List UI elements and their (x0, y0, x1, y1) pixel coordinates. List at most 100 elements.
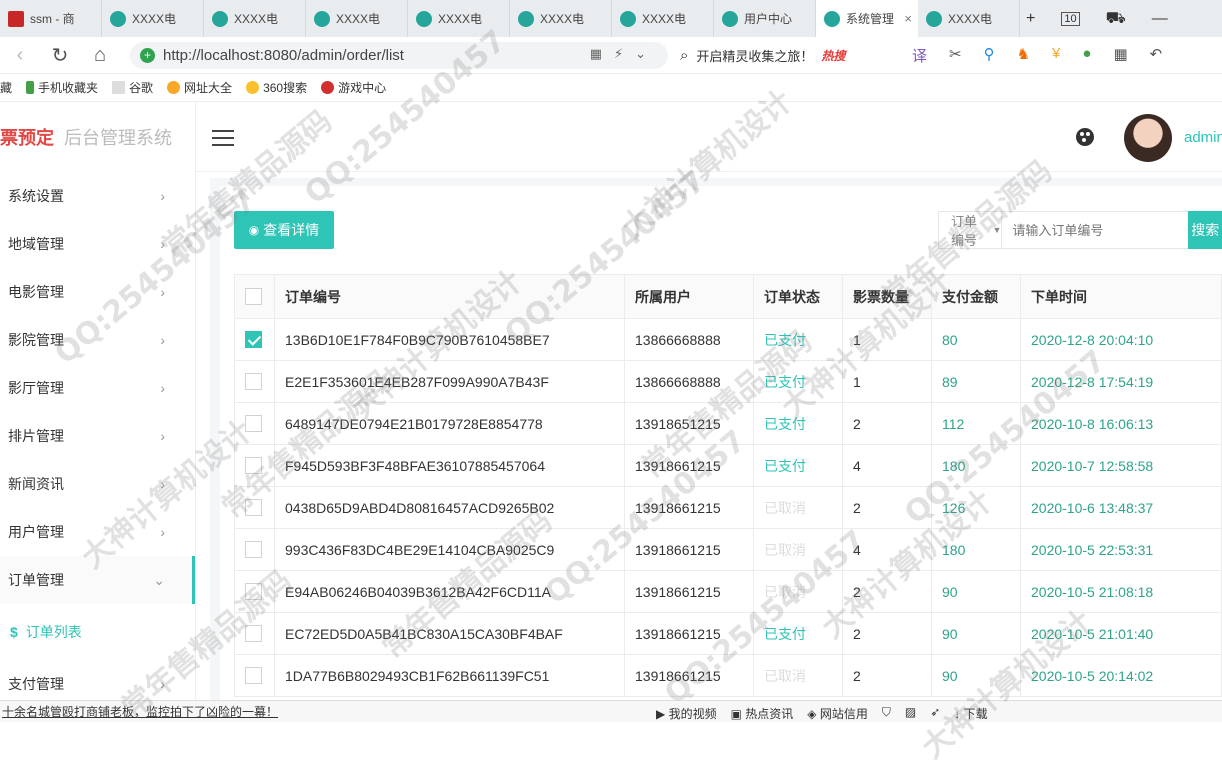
status-download[interactable]: ↓ 下载 (954, 705, 987, 722)
col-user[interactable]: 所属用户 (624, 274, 754, 319)
row-checkbox[interactable] (245, 625, 262, 643)
sidebar-item[interactable]: 排片管理 › (0, 412, 195, 460)
green-circle-icon[interactable]: ● (1082, 45, 1091, 66)
shield-icon[interactable]: ⛉ (882, 705, 891, 722)
row-checkbox[interactable] (245, 583, 262, 601)
back-icon[interactable]: ‹ (0, 44, 40, 67)
browser-tab[interactable]: XXXX电 (204, 0, 306, 37)
game-icon[interactable]: ♞ (1017, 45, 1030, 66)
bookmark-mobile[interactable]: 手机收藏夹 (26, 79, 98, 96)
undo-icon[interactable]: ↶ (1150, 45, 1163, 66)
sidebar-item[interactable]: 新闻资讯 › (0, 460, 195, 508)
table-row[interactable]: 6489147DE0794E21B0179728E8854778 13918651… (234, 402, 1222, 445)
grid-icon[interactable]: ▦ (1113, 45, 1127, 66)
avatar[interactable] (1124, 114, 1172, 162)
row-select-cell[interactable] (234, 444, 275, 487)
row-select-cell[interactable] (234, 402, 275, 445)
home-icon[interactable]: ⌂ (80, 44, 120, 67)
table-row[interactable]: 993C436F83DC4BE29E14104CBA9025C9 13918661… (234, 528, 1222, 571)
url-bar[interactable]: + http://localhost:8080/admin/order/list… (130, 42, 668, 69)
browser-tab[interactable]: 用户中心 (714, 0, 816, 37)
sidebar-item[interactable]: 订单管理 ⌄ (0, 556, 195, 604)
row-checkbox[interactable] (245, 541, 262, 559)
row-checkbox[interactable] (245, 415, 262, 433)
browser-tab[interactable]: 系统管理 × (816, 0, 918, 37)
bookmark-google[interactable]: 谷歌 (112, 79, 153, 96)
search-button[interactable]: 搜索 (1188, 211, 1222, 249)
row-select-cell[interactable] (234, 360, 275, 403)
bookmark-hao[interactable]: 网址大全 (167, 79, 232, 96)
browser-tab[interactable]: ssm - 商 (0, 0, 102, 37)
table-row[interactable]: E94AB06246B04039B3612BA42F6CD11A 13918661… (234, 570, 1222, 613)
sidebar-item[interactable]: 用户管理 › (0, 508, 195, 556)
row-select-cell[interactable] (234, 654, 275, 697)
sidebar-item[interactable]: 影厅管理 › (0, 364, 195, 412)
row-select-cell[interactable] (234, 486, 275, 529)
palette-icon[interactable] (1076, 128, 1094, 146)
sidebar-item[interactable]: 影院管理 › (0, 316, 195, 364)
magnifier-icon[interactable]: ⚲ (984, 45, 995, 66)
browser-tab[interactable]: XXXX电 (918, 0, 1020, 37)
translate-icon[interactable]: 译 (912, 45, 927, 66)
bookmark-360[interactable]: 360搜索 (246, 79, 307, 96)
bookmark-prefix[interactable]: 藏 (0, 79, 12, 96)
url-text[interactable]: http://localhost:8080/admin/order/list (163, 47, 404, 64)
browser-tab[interactable]: XXXX电 (408, 0, 510, 37)
browser-search[interactable]: ⌕ 开启精灵收集之旅！ 热搜 (680, 42, 892, 69)
order-search-input[interactable] (1002, 212, 1189, 248)
browser-tab[interactable]: XXXX电 (510, 0, 612, 37)
select-all-checkbox[interactable] (245, 288, 262, 306)
amount-cell: 89 (931, 360, 1021, 403)
col-order-no[interactable]: 订单编号 (274, 274, 625, 319)
row-checkbox[interactable] (245, 331, 262, 349)
browser-tab[interactable]: XXXX电 (102, 0, 204, 37)
minimize-icon[interactable]: — (1152, 10, 1168, 28)
username[interactable]: admin (1184, 129, 1222, 146)
close-tab-icon[interactable]: × (904, 11, 912, 26)
bookmark-games[interactable]: 游戏中心 (321, 79, 386, 96)
news-ticker[interactable]: 十余名城管殴打商铺老板，监控拍下了凶险的一幕！ (0, 703, 278, 720)
new-tab-icon[interactable]: + (1026, 10, 1035, 28)
col-time[interactable]: 下单时间 (1020, 274, 1222, 319)
sidebar-subitem-order-list[interactable]: $ 订单列表 (0, 604, 195, 660)
col-qty[interactable]: 影票数量 (842, 274, 932, 319)
status-credit[interactable]: ◈ 网站信用 (807, 705, 868, 722)
coin-icon[interactable]: ¥ (1052, 45, 1060, 66)
row-checkbox[interactable] (245, 499, 262, 517)
filter-select[interactable]: 订单编号 ▼ (939, 212, 1003, 248)
row-select-cell[interactable] (234, 318, 275, 361)
url-bar-tools[interactable]: ▦⚡⌄ (590, 46, 658, 62)
image-icon[interactable]: ▨ (905, 705, 916, 722)
table-row[interactable]: 1DA77B6B8029493CB1F62B661139FC51 13918661… (234, 654, 1222, 697)
row-select-cell[interactable] (234, 570, 275, 613)
menu-toggle-icon[interactable] (212, 130, 234, 151)
table-row[interactable]: EC72ED5D0A5B41BC830A15CA30BF4BAF 13918661… (234, 612, 1222, 655)
table-row[interactable]: F945D593BF3F48BFAE36107885457064 13918661… (234, 444, 1222, 487)
search-suggestion[interactable]: 开启精灵收集之旅！ (696, 46, 813, 65)
browser-tab[interactable]: XXXX电 (306, 0, 408, 37)
rocket-icon[interactable]: ➶ (930, 705, 940, 722)
sidebar-item[interactable]: 系统设置 › (0, 172, 195, 220)
col-status[interactable]: 订单状态 (753, 274, 843, 319)
table-row[interactable]: 0438D65D9ABD4D80816457ACD9265B02 13918661… (234, 486, 1222, 529)
row-checkbox[interactable] (245, 373, 262, 391)
row-checkbox[interactable] (245, 667, 262, 685)
col-amount[interactable]: 支付金额 (931, 274, 1021, 319)
sidebar-item[interactable]: 电影管理 › (0, 268, 195, 316)
tab-count-badge[interactable]: 10 (1061, 11, 1080, 26)
select-all-cell[interactable] (234, 274, 275, 319)
shirt-icon[interactable]: ⛟ (1106, 9, 1126, 29)
row-checkbox[interactable] (245, 457, 262, 475)
table-row[interactable]: 13B6D10E1F784F0B9C790B7610458BE7 13866668… (234, 318, 1222, 361)
view-detail-button[interactable]: ◉ 查看详情 (234, 211, 334, 249)
row-select-cell[interactable] (234, 528, 275, 571)
status-news[interactable]: ▣ 热点资讯 (731, 705, 794, 722)
table-row[interactable]: E2E1F353601E4EB287F099A990A7B43F 13866668… (234, 360, 1222, 403)
browser-tab[interactable]: XXXX电 (612, 0, 714, 37)
hot-search-badge[interactable]: 热搜 (821, 47, 845, 64)
row-select-cell[interactable] (234, 612, 275, 655)
status-video[interactable]: ▶ 我的视频 (656, 705, 717, 722)
scissors-icon[interactable]: ✂ (949, 45, 962, 66)
reload-icon[interactable]: ↻ (40, 43, 80, 68)
sidebar-item[interactable]: 地域管理 › (0, 220, 195, 268)
